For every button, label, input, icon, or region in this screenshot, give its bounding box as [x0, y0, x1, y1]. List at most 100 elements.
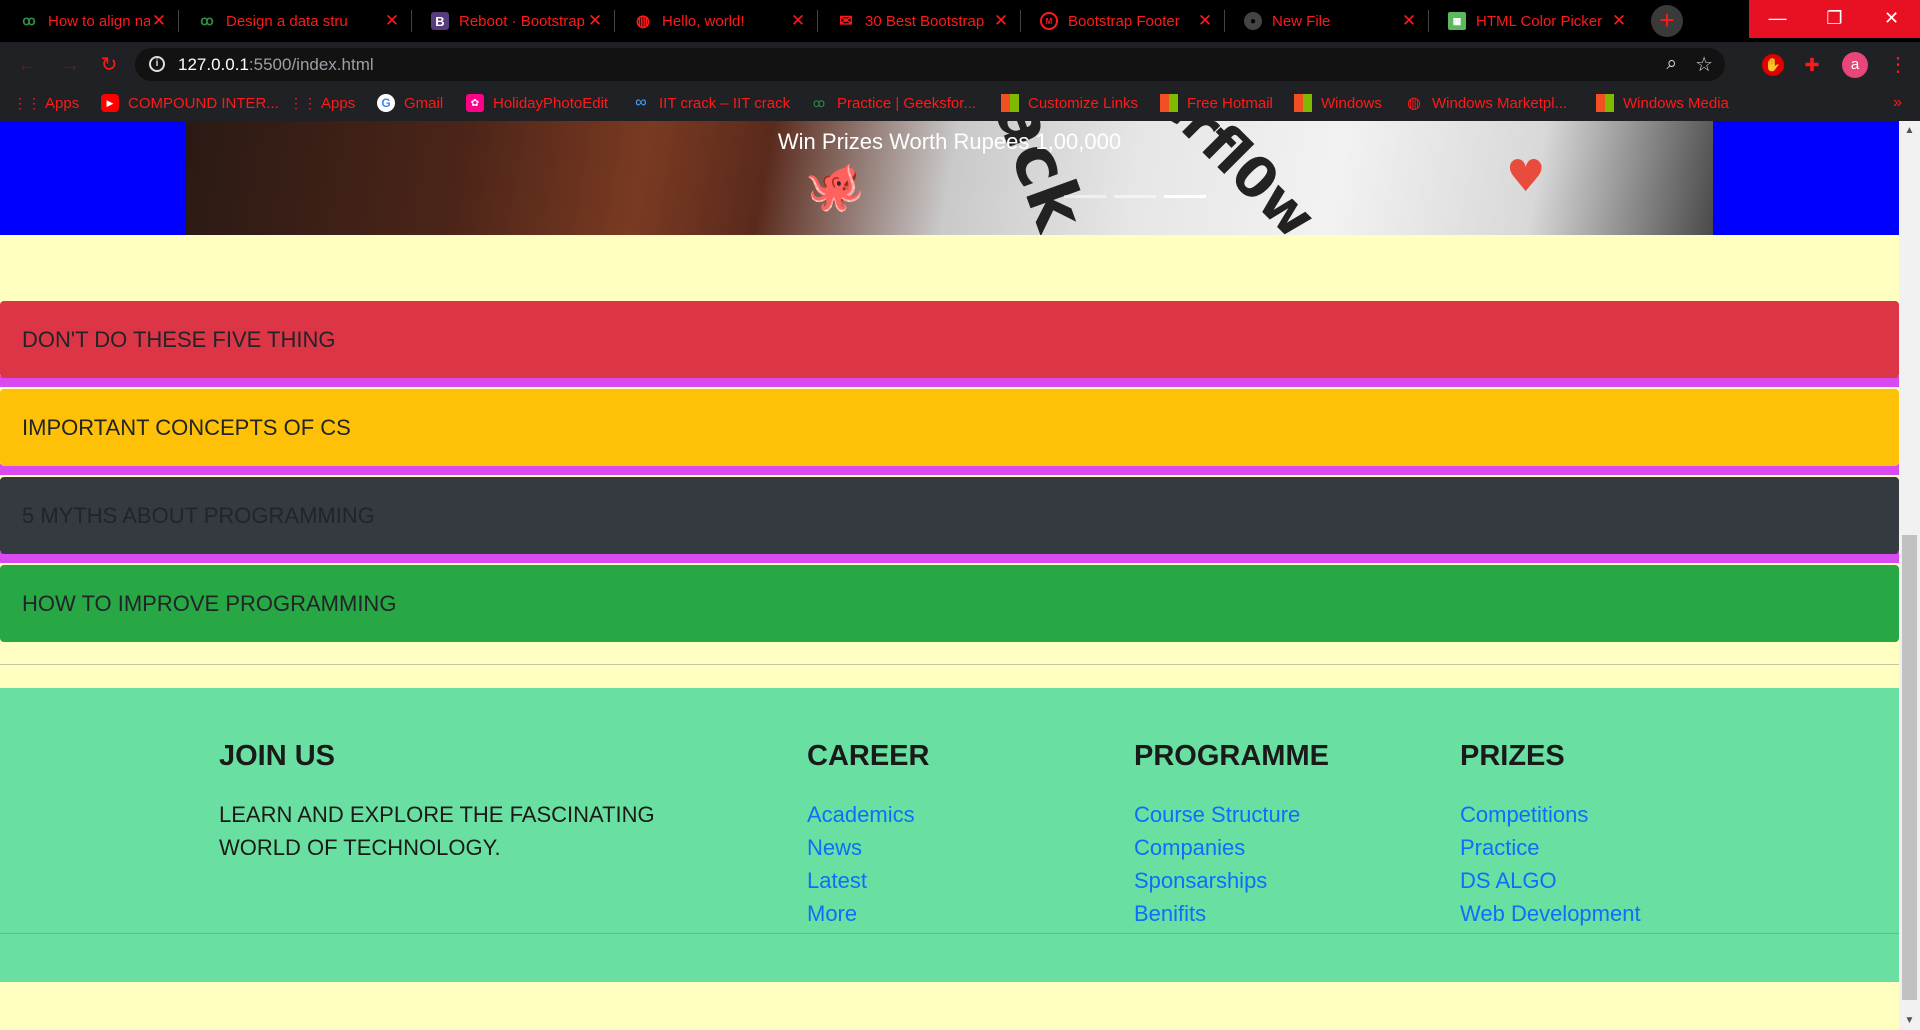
windows-icon: [1596, 94, 1614, 112]
back-button[interactable]: ←: [14, 52, 40, 78]
footer-heading-career: CAREER: [807, 740, 930, 772]
page-scrollbar[interactable]: ▲ ▼: [1899, 121, 1920, 1030]
carousel-slide-image: 🐙 lack erfl0w ♥ Win Prizes Worth Rupees …: [186, 121, 1713, 235]
tab-title: 30 Best Bootstrap: [865, 12, 985, 30]
forward-button[interactable]: →: [57, 52, 83, 78]
bookmark-windows-marketplace[interactable]: ◍ Windows Marketpl...: [1405, 94, 1567, 113]
address-bar-row: ← → ↻ i 127.0.0.1:5500/index.html ⌕ ☆ ✋ …: [0, 42, 1920, 87]
footer-link-companies[interactable]: Companies: [1134, 831, 1300, 864]
footer-link-latest[interactable]: Latest: [807, 864, 915, 897]
more-bookmarks-button[interactable]: »: [1893, 94, 1902, 112]
bookmark-customize-links[interactable]: Customize Links: [1001, 94, 1138, 112]
footer-link-course-structure[interactable]: Course Structure: [1134, 798, 1300, 831]
footer-heading-prizes: PRIZES: [1460, 740, 1565, 772]
tab-title: Bootstrap Footer: [1068, 12, 1180, 30]
tab-title: How to align navb: [48, 12, 150, 30]
footer-link-ds-algo[interactable]: DS ALGO: [1460, 864, 1641, 897]
tab-6[interactable]: M Bootstrap Footer ✕: [1020, 0, 1224, 42]
close-icon[interactable]: ✕: [789, 11, 807, 31]
footer: JOIN US LEARN AND EXPLORE THE FASCINATIN…: [0, 688, 1899, 982]
extensions-puzzle-icon[interactable]: ✚: [1801, 54, 1823, 76]
youtube-icon: ▶: [101, 94, 119, 112]
bookmark-iit-crack[interactable]: ∞ IIT crack – IIT crack: [632, 94, 790, 112]
bookmark-windows[interactable]: Windows: [1294, 94, 1382, 112]
carousel-indicator-1[interactable]: [1064, 195, 1106, 198]
topic-list: DON'T DO THESE FIVE THING IMPORTANT CONC…: [0, 301, 1899, 653]
scroll-down-icon[interactable]: ▼: [1899, 1015, 1920, 1026]
close-icon[interactable]: ✕: [383, 11, 401, 31]
close-icon[interactable]: ✕: [992, 11, 1010, 31]
tab-3[interactable]: B Reboot · Bootstrap ✕: [411, 0, 614, 42]
tab-4[interactable]: ◍ Hello, world! ✕: [614, 0, 817, 42]
reload-button[interactable]: ↻: [96, 52, 122, 78]
topic-bar-improve[interactable]: HOW TO IMPROVE PROGRAMMING: [0, 565, 1899, 642]
menu-kebab-icon[interactable]: ⋮: [1888, 52, 1908, 77]
footer-divider: [0, 933, 1899, 934]
windows-icon: [1160, 94, 1178, 112]
close-window-button[interactable]: ✕: [1863, 0, 1920, 38]
carousel-indicator-3[interactable]: [1164, 195, 1206, 198]
tab-2[interactable]: ꝏ Design a data stru ✕: [178, 0, 411, 42]
extension-stop-icon[interactable]: ✋: [1762, 54, 1784, 76]
bookmark-holidayphotoedit[interactable]: ✿ HolidayPhotoEdit: [466, 94, 608, 112]
topic-bar-cs-concepts[interactable]: IMPORTANT CONCEPTS OF CS: [0, 389, 1899, 466]
close-icon[interactable]: ✕: [1610, 11, 1628, 31]
bookmark-star-icon[interactable]: ☆: [1695, 52, 1713, 77]
geeksforgeeks-icon: ꝏ: [812, 96, 826, 110]
bookmark-free-hotmail[interactable]: Free Hotmail: [1160, 94, 1273, 112]
footer-join-text: LEARN AND EXPLORE THE FASCINATING WORLD …: [219, 802, 655, 860]
photo-edit-icon: ✿: [466, 94, 484, 112]
url-text[interactable]: 127.0.0.1:5500/index.html: [178, 55, 374, 75]
new-tab-button[interactable]: +: [1651, 5, 1683, 37]
bookmark-apps[interactable]: ⋮⋮ Apps: [13, 94, 79, 112]
bookmarks-bar: ⋮⋮ Apps ▶ COMPOUND INTER... ⋮⋮ Apps G Gmail …: [0, 87, 1920, 121]
sticker-octocat-icon: 🐙: [798, 152, 871, 224]
scroll-up-icon[interactable]: ▲: [1899, 125, 1920, 136]
carousel-indicator-2[interactable]: [1114, 195, 1156, 198]
footer-link-competitions[interactable]: Competitions: [1460, 798, 1641, 831]
footer-link-academics[interactable]: Academics: [807, 798, 915, 831]
close-icon[interactable]: ✕: [150, 11, 168, 31]
close-icon[interactable]: ✕: [586, 11, 604, 31]
windows-icon: [1001, 94, 1019, 112]
topic-bar-myths[interactable]: 5 MYTHS ABOUT PROGRAMMING: [0, 477, 1899, 554]
footer-link-practice[interactable]: Practice: [1460, 831, 1641, 864]
footer-heading-join: JOIN US: [219, 740, 336, 772]
footer-link-more[interactable]: More: [807, 897, 915, 930]
tab-7[interactable]: ● New File ✕: [1224, 0, 1428, 42]
address-bar[interactable]: i 127.0.0.1:5500/index.html ⌕ ☆: [135, 48, 1725, 81]
scrollbar-thumb[interactable]: [1902, 535, 1917, 1000]
page-viewport: 🐙 lack erfl0w ♥ Win Prizes Worth Rupees …: [0, 121, 1899, 1030]
windows-icon: [1294, 94, 1312, 112]
site-info-icon[interactable]: i: [149, 56, 165, 72]
minimize-button[interactable]: —: [1749, 0, 1806, 38]
bookmark-practice-geeks[interactable]: ꝏ Practice | Geeksfor...: [810, 94, 976, 112]
topic-bar-dont-do[interactable]: DON'T DO THESE FIVE THING: [0, 301, 1899, 378]
tab-title: HTML Color Picker: [1476, 12, 1603, 30]
bookmark-compound-interest[interactable]: ▶ COMPOUND INTER...: [101, 94, 279, 112]
close-icon[interactable]: ✕: [1196, 11, 1214, 31]
heart-icon: ♥: [1506, 151, 1546, 202]
footer-link-benifits[interactable]: Benifits: [1134, 897, 1300, 930]
apps-grid-icon: ⋮⋮: [13, 94, 41, 111]
bookmark-gmail[interactable]: G Gmail: [377, 94, 443, 112]
profile-avatar[interactable]: a: [1842, 52, 1868, 78]
close-icon[interactable]: ✕: [1400, 11, 1418, 31]
carousel-caption: Win Prizes Worth Rupees 1,00,000: [777, 129, 1122, 154]
tab-8[interactable]: ▦ HTML Color Picker ✕: [1428, 0, 1638, 42]
restore-button[interactable]: ❐: [1806, 0, 1863, 38]
footer-link-web-development[interactable]: Web Development: [1460, 897, 1641, 930]
tab-5[interactable]: ✉ 30 Best Bootstrap ✕: [817, 0, 1020, 42]
mail-icon: ✉: [839, 13, 853, 30]
tab-1[interactable]: ꝏ How to align navb ✕: [0, 0, 178, 42]
footer-link-sponsarships[interactable]: Sponsarships: [1134, 864, 1300, 897]
footer-heading-programme: PROGRAMME: [1134, 740, 1329, 772]
mdb-icon: M: [1040, 12, 1058, 30]
globe-icon: ◍: [1407, 95, 1421, 112]
footer-link-news[interactable]: News: [807, 831, 915, 864]
bookmark-windows-media[interactable]: Windows Media: [1596, 94, 1729, 112]
zoom-icon[interactable]: ⌕: [1666, 53, 1677, 75]
bookmark-apps-2[interactable]: ⋮⋮ Apps: [289, 94, 355, 112]
tab-title: Design a data stru: [226, 12, 348, 30]
tab-title: New File: [1272, 12, 1331, 30]
